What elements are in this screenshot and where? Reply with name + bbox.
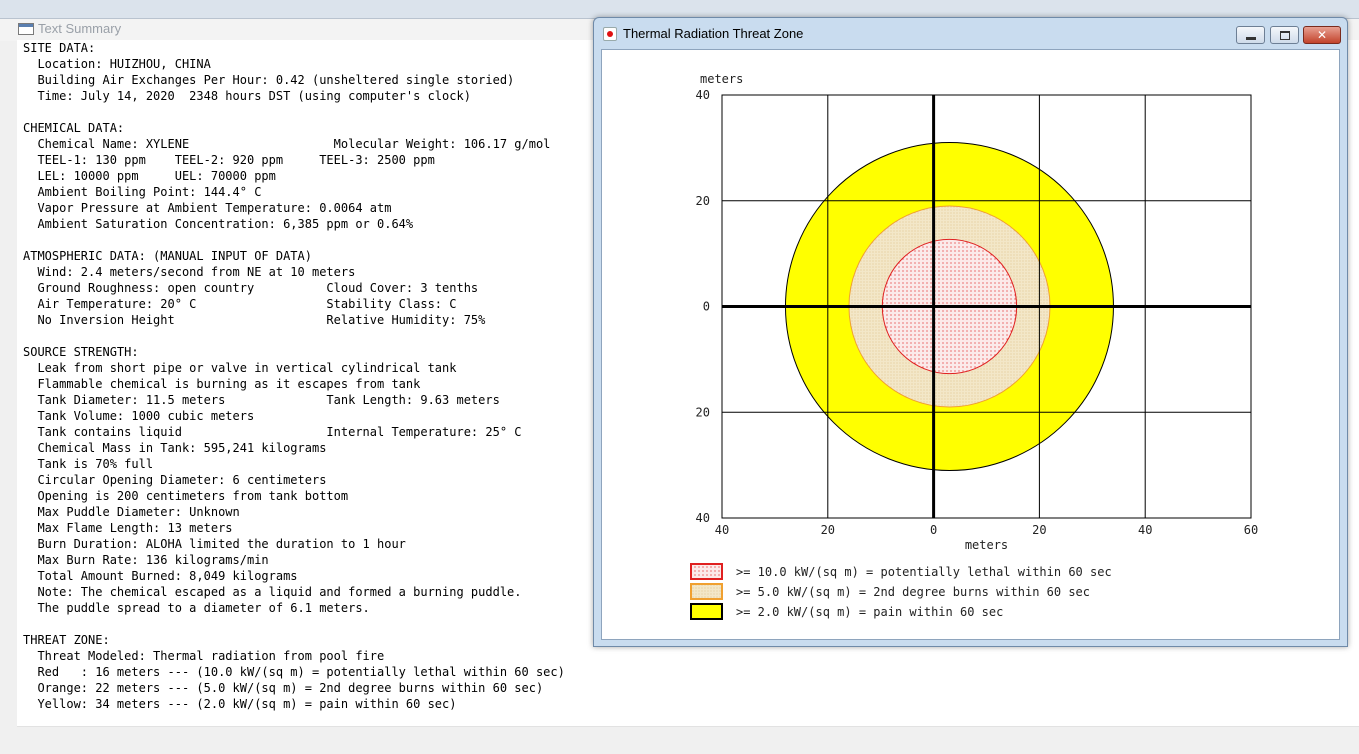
close-icon: ✕: [1316, 28, 1328, 42]
summary-line: TEEL-1: 130 ppm TEEL-2: 920 ppm TEEL-3: …: [23, 153, 435, 167]
summary-line: SOURCE STRENGTH:: [23, 345, 139, 359]
summary-line: Ambient Boiling Point: 144.4° C: [23, 185, 262, 199]
maximize-button[interactable]: [1270, 26, 1299, 44]
summary-line: Chemical Mass in Tank: 595,241 kilograms: [23, 441, 327, 455]
summary-line: Circular Opening Diameter: 6 centimeters: [23, 473, 327, 487]
summary-line: Tank contains liquid Internal Temperatur…: [23, 425, 522, 439]
summary-line: Orange: 22 meters --- (5.0 kW/(sq m) = 2…: [23, 681, 544, 695]
app-icon: [603, 27, 617, 41]
summary-line: Total Amount Burned: 8,049 kilograms: [23, 569, 298, 583]
y-tick-label: 20: [696, 405, 710, 419]
close-button[interactable]: ✕: [1303, 26, 1341, 44]
x-tick-label: 20: [1032, 523, 1046, 537]
x-tick-label: 0: [930, 523, 937, 537]
summary-line: Time: July 14, 2020 2348 hours DST (usin…: [23, 89, 471, 103]
summary-line: Tank is 70% full: [23, 457, 154, 471]
window-icon: [18, 23, 34, 35]
summary-line: Yellow: 34 meters --- (2.0 kW/(sq m) = p…: [23, 697, 457, 711]
summary-line: Max Puddle Diameter: Unknown: [23, 505, 240, 519]
summary-line: CHEMICAL DATA:: [23, 121, 125, 135]
threat-zone-plot-area: 40 20 0 20 40 60 40 20 0 20 40 meters meters >= 10.0 …: [601, 49, 1340, 640]
summary-line: LEL: 10000 ppm UEL: 70000 ppm: [23, 169, 276, 183]
x-tick-label: 40: [1138, 523, 1152, 537]
y-tick-label: 0: [703, 300, 710, 314]
y-tick-label: 40: [696, 511, 710, 525]
summary-line: The puddle spread to a diameter of 6.1 m…: [23, 601, 370, 615]
summary-line: Max Burn Rate: 136 kilograms/min: [23, 553, 269, 567]
legend-label: >= 5.0 kW/(sq m) = 2nd degree burns with…: [736, 585, 1090, 599]
summary-line: Leak from short pipe or valve in vertica…: [23, 361, 457, 375]
minimize-button[interactable]: [1236, 26, 1265, 44]
summary-line: Ambient Saturation Concentration: 6,385 …: [23, 217, 414, 231]
x-axis-label: meters: [965, 538, 1008, 552]
summary-line: [23, 104, 565, 120]
y-tick-label: 40: [696, 88, 710, 102]
summary-line: [23, 232, 565, 248]
y-tick-label: 20: [696, 194, 710, 208]
summary-line: [23, 616, 565, 632]
text-summary-title: Text Summary: [38, 21, 122, 36]
horizontal-scrollbar[interactable]: [17, 726, 1359, 745]
summary-line: Ground Roughness: open country Cloud Cov…: [23, 281, 479, 295]
summary-line: Red : 16 meters --- (10.0 kW/(sq m) = po…: [23, 665, 565, 679]
summary-line: ATMOSPHERIC DATA: (MANUAL INPUT OF DATA): [23, 249, 312, 263]
x-tick-label: 40: [715, 523, 729, 537]
x-tick-label: 20: [821, 523, 835, 537]
summary-line: Tank Volume: 1000 cubic meters: [23, 409, 255, 423]
summary-line: THREAT ZONE:: [23, 633, 110, 647]
text-summary-lines: SITE DATA: Location: HUIZHOU, CHINA Buil…: [23, 40, 565, 712]
threat-zone-titlebar[interactable]: Thermal Radiation Threat Zone ✕: [594, 18, 1347, 48]
legend-swatch: [690, 563, 723, 580]
summary-line: Tank Diameter: 11.5 meters Tank Length: …: [23, 393, 500, 407]
y-axis-label: meters: [700, 72, 743, 86]
threat-zone-title: Thermal Radiation Threat Zone: [623, 26, 804, 41]
summary-line: Vapor Pressure at Ambient Temperature: 0…: [23, 201, 392, 215]
summary-line: Threat Modeled: Thermal radiation from p…: [23, 649, 385, 663]
summary-line: Chemical Name: XYLENE Molecular Weight: …: [23, 137, 551, 151]
summary-line: Location: HUIZHOU, CHINA: [23, 57, 211, 71]
x-tick-label: 60: [1244, 523, 1258, 537]
summary-line: Flammable chemical is burning as it esca…: [23, 377, 421, 391]
legend-swatch: [690, 583, 723, 600]
threat-zone-chart: 40 20 0 20 40 60 40 20 0 20 40 meters meters >= 10.0 …: [690, 72, 1258, 620]
legend-swatch: [690, 603, 723, 620]
summary-line: Opening is 200 centimeters from tank bot…: [23, 489, 349, 503]
summary-line: Burn Duration: ALOHA limited the duratio…: [23, 537, 406, 551]
summary-line: No Inversion Height Relative Humidity: 7…: [23, 313, 486, 327]
summary-line: [23, 328, 565, 344]
summary-line: Wind: 2.4 meters/second from NE at 10 me…: [23, 265, 356, 279]
summary-line: Air Temperature: 20° C Stability Class: …: [23, 297, 457, 311]
summary-line: Max Flame Length: 13 meters: [23, 521, 233, 535]
legend-label: >= 2.0 kW/(sq m) = pain within 60 sec: [736, 605, 1003, 619]
threat-zone-window: Thermal Radiation Threat Zone ✕ 40 20 0 20 4…: [593, 17, 1348, 647]
summary-line: Note: The chemical escaped as a liquid a…: [23, 585, 522, 599]
summary-line: SITE DATA:: [23, 41, 96, 55]
legend-label: >= 10.0 kW/(sq m) = potentially lethal w…: [736, 565, 1112, 579]
summary-line: Building Air Exchanges Per Hour: 0.42 (u…: [23, 73, 515, 87]
